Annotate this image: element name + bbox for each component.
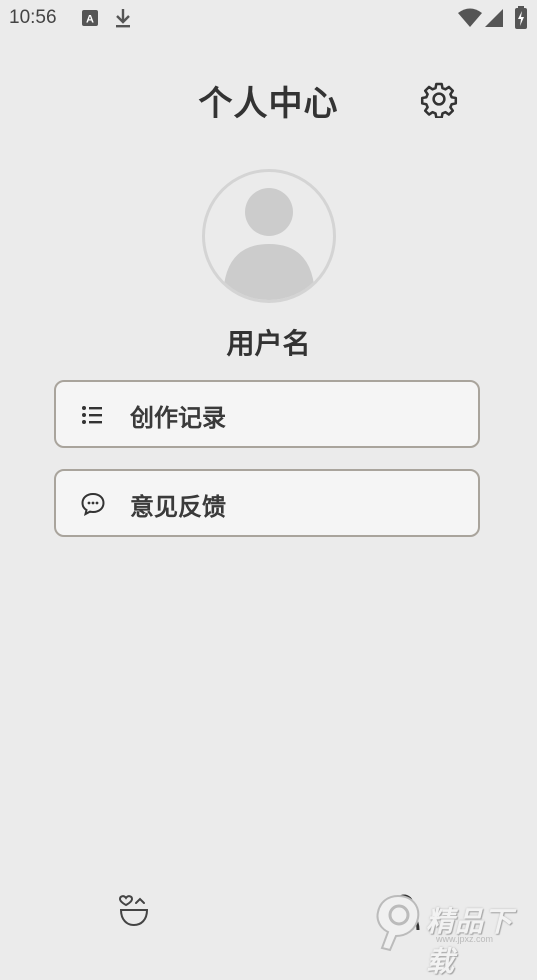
menu-label-feedback: 意见反馈 xyxy=(130,493,226,521)
list-icon xyxy=(82,406,102,424)
chat-bubble-icon xyxy=(81,492,105,516)
status-bar: 10:56 A xyxy=(0,0,537,36)
creation-records-button[interactable]: 创作记录 xyxy=(54,380,480,448)
menu-label-creation-records: 创作记录 xyxy=(130,404,226,432)
status-time: 10:56 xyxy=(9,7,57,28)
signal-icon xyxy=(485,9,503,27)
svg-text:A: A xyxy=(86,14,94,26)
settings-button[interactable] xyxy=(420,80,458,119)
smile-heart-icon xyxy=(118,895,149,927)
download-icon xyxy=(116,9,130,28)
username: 用户名 xyxy=(226,327,311,360)
default-avatar-icon xyxy=(223,188,315,300)
text-notification-icon: A xyxy=(82,10,98,26)
gear-icon xyxy=(420,82,458,119)
wifi-icon xyxy=(458,8,482,27)
nav-home-button[interactable] xyxy=(112,892,152,932)
feedback-button[interactable]: 意见反馈 xyxy=(54,469,480,537)
battery-charging-icon xyxy=(515,6,527,29)
avatar[interactable] xyxy=(202,169,336,303)
watermark-url: www.jpxz.com xyxy=(436,934,494,944)
watermark-logo-icon xyxy=(376,894,420,952)
watermark: 精品下载 www.jpxz.com xyxy=(372,892,537,978)
